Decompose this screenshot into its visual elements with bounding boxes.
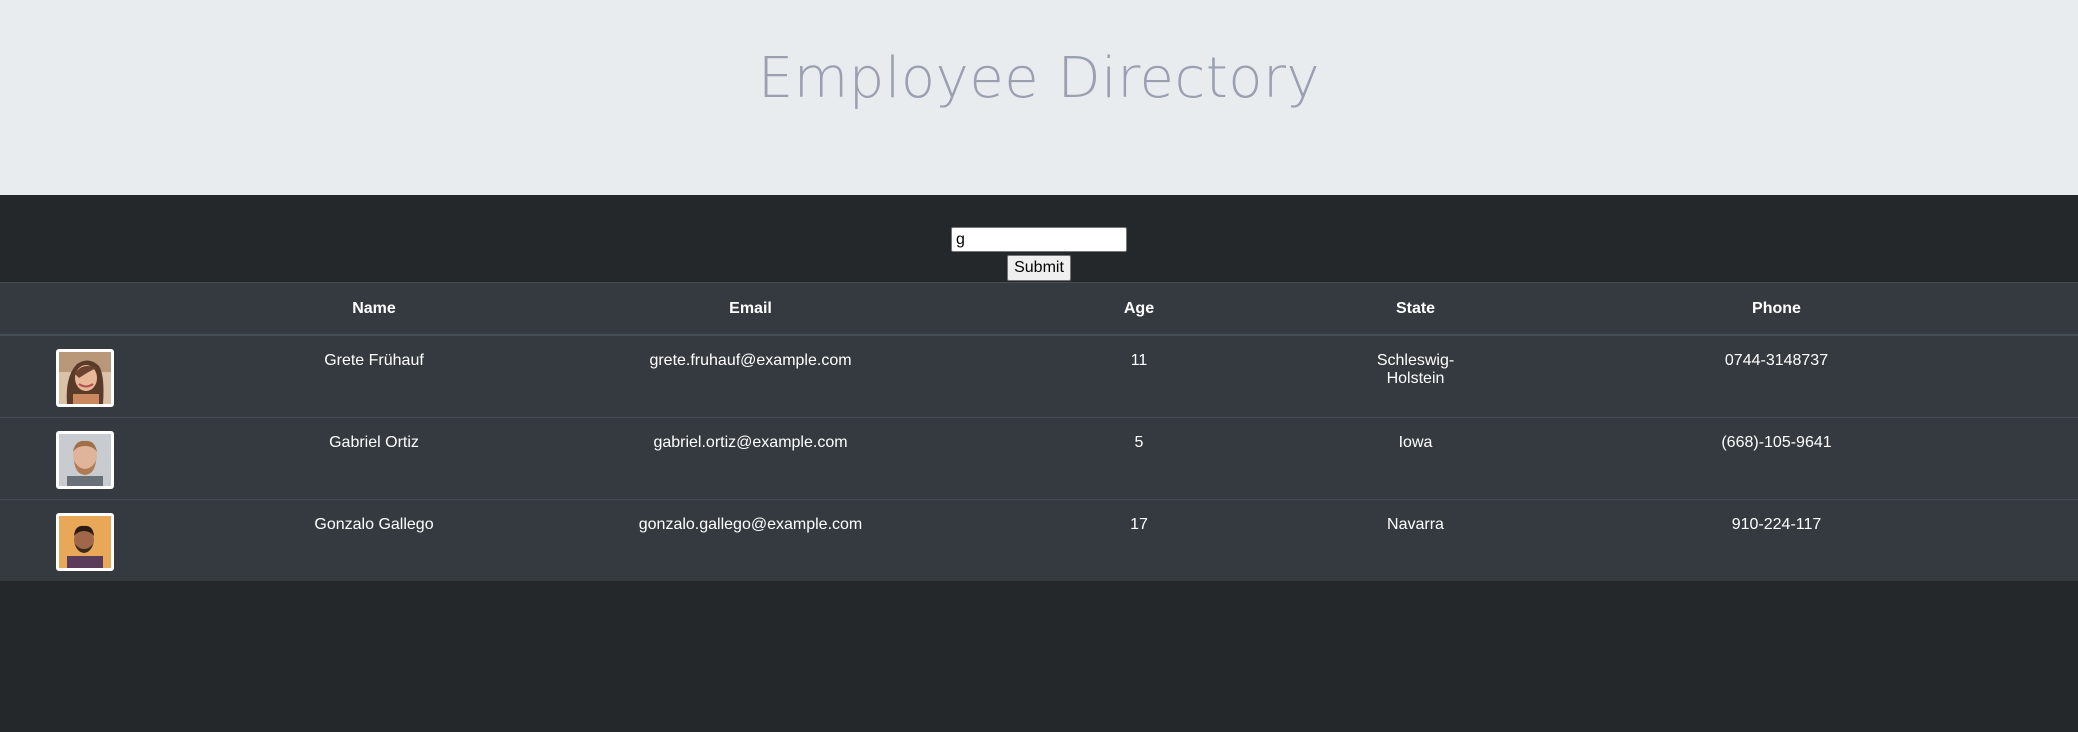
employee-email: gabriel.ortiz@example.com [579, 416, 922, 499]
column-header-state[interactable]: State [1356, 282, 1475, 336]
employee-name: Grete Frühauf [169, 334, 579, 417]
employee-name: Gonzalo Gallego [169, 498, 579, 581]
table-row: Gabriel Ortiz gabriel.ortiz@example.com … [0, 416, 2078, 499]
avatar [55, 349, 114, 407]
employee-age: 17 [922, 498, 1356, 581]
employee-email: gonzalo.gallego@example.com [579, 498, 922, 581]
bearded-man-portrait-photo [58, 433, 111, 486]
column-header-age[interactable]: Age [922, 282, 1356, 336]
employee-state: Navarra [1356, 498, 1475, 581]
page-title: Employee Directory [757, 46, 1321, 112]
employee-state: Schleswig-Holstein [1356, 334, 1475, 417]
avatar [55, 430, 114, 489]
woman-portrait-photo [58, 352, 111, 404]
employee-phone: (668)-105-9641 [1475, 416, 2078, 499]
avatar [55, 512, 114, 571]
column-header-phone[interactable]: Phone [1475, 282, 2078, 336]
employee-name: Gabriel Ortiz [169, 416, 579, 499]
column-header-name[interactable]: Name [169, 282, 579, 336]
column-header-email[interactable]: Email [579, 282, 922, 336]
employee-age: 5 [922, 416, 1356, 499]
employee-phone: 0744-3148737 [1475, 334, 2078, 417]
table-row: Grete Frühauf grete.fruhauf@example.com … [0, 334, 2078, 417]
employee-email: grete.fruhauf@example.com [579, 334, 922, 417]
employee-state: Iowa [1356, 416, 1475, 499]
employee-age: 11 [922, 334, 1356, 417]
man-portrait-photo [58, 515, 111, 568]
avatar-cell [0, 416, 169, 499]
submit-button[interactable]: Submit [1007, 255, 1071, 281]
search-input[interactable] [951, 227, 1127, 252]
page-header: Employee Directory [0, 0, 2078, 195]
avatar-cell [0, 334, 169, 417]
employee-table: Name Email Age State Phone Grete Frühauf… [0, 282, 2078, 581]
employee-phone: 910-224-117 [1475, 498, 2078, 581]
table-header: Name Email Age State Phone [0, 282, 2078, 336]
table-row: Gonzalo Gallego gonzalo.gallego@example.… [0, 498, 2078, 581]
avatar-cell [0, 498, 169, 581]
search-form: Submit [0, 195, 2078, 282]
column-header-image [0, 282, 169, 336]
